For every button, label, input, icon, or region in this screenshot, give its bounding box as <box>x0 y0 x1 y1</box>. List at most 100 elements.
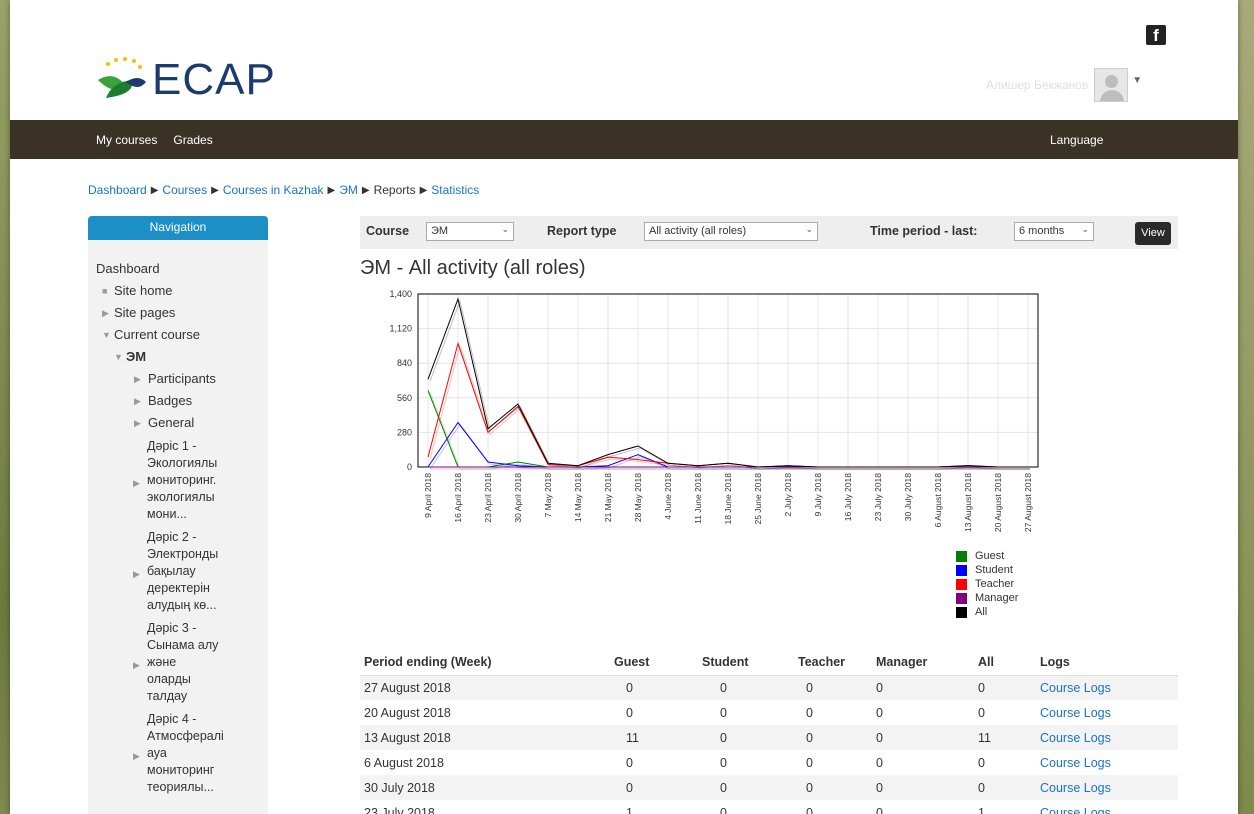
nav-lesson-label: Дәріс 4 - <box>147 712 197 726</box>
breadcrumb-item[interactable]: Courses in Kazhak <box>223 183 324 197</box>
y-tick-label: 0 <box>407 462 412 472</box>
x-tick-label: 13 August 2018 <box>963 473 973 532</box>
nav-site-pages[interactable]: Site pages <box>114 305 175 320</box>
chevron-down-icon[interactable]: ▼ <box>114 346 123 368</box>
chevron-right-icon[interactable]: ▶ <box>133 566 140 583</box>
table-cell: 0 <box>610 775 698 800</box>
report-type-value: All activity (all roles) <box>649 225 747 237</box>
chevron-down-icon: ⌄ <box>1081 224 1089 234</box>
chevron-right-icon[interactable]: ▶ <box>134 368 141 390</box>
legend-item: Manager <box>956 591 1018 605</box>
x-tick-label: 28 May 2018 <box>633 473 643 522</box>
course-logs-link[interactable]: Course Logs <box>1040 706 1111 720</box>
user-name: Алишер Бекжанов <box>986 78 1089 92</box>
table-cell: 23 July 2018 <box>364 805 435 814</box>
nav-current-course[interactable]: Current course <box>114 327 200 342</box>
table-cell: 0 <box>872 675 974 700</box>
navigation-title: Navigation <box>88 216 268 240</box>
nav-lesson-item[interactable]: ▶ Дәріс 3 - Сынама алу және оларды талдау <box>96 620 268 705</box>
report-title: ЭМ - All activity (all roles) <box>360 257 586 279</box>
table-cell: 0 <box>610 675 698 700</box>
site-logo[interactable]: ECAP <box>92 52 276 108</box>
navigation-tree: Dashboard ■ Site home ▶ Site pages ▼ Cur… <box>88 240 268 796</box>
course-logs-link[interactable]: Course Logs <box>1040 781 1111 795</box>
nav-lesson-item[interactable]: ▶ Дәріс 2 - Электронды бақылау деректерін алу… <box>96 529 268 614</box>
table-header-cell: Logs <box>1036 650 1178 676</box>
chevron-right-icon[interactable]: ▶ <box>133 748 140 765</box>
table-cell: 0 <box>698 725 794 750</box>
nav-lesson-label: Электронды <box>147 547 219 561</box>
breadcrumb-separator-icon: ▶ <box>327 184 336 196</box>
legend-label: Manager <box>975 592 1019 604</box>
course-logs-link[interactable]: Course Logs <box>1040 731 1111 745</box>
header: ECAP f Алишер Бекжанов ▼ <box>10 0 1238 120</box>
table-cell: 20 August 2018 <box>364 705 451 720</box>
legend-swatch <box>956 564 967 576</box>
nav-my-courses[interactable]: My courses <box>96 133 157 147</box>
x-tick-label: 23 April 2018 <box>483 473 493 523</box>
nav-lesson-label: ауа <box>147 746 167 760</box>
nav-lesson-label: Атмосфералі <box>147 729 224 743</box>
series-line-shadow <box>429 392 1030 470</box>
nav-grades[interactable]: Grades <box>173 133 212 147</box>
table-cell: 0 <box>978 705 985 720</box>
legend-swatch <box>956 606 967 618</box>
avatar[interactable] <box>1094 68 1129 102</box>
nav-badges[interactable]: Badges <box>148 393 192 408</box>
table-cell: 0 <box>698 675 794 700</box>
nav-participants[interactable]: Participants <box>148 371 216 386</box>
table-cell: Course Logs <box>1036 775 1178 800</box>
y-tick-label: 1,400 <box>389 289 412 299</box>
facebook-icon[interactable]: f <box>1146 25 1166 45</box>
legend-label: Teacher <box>975 578 1015 590</box>
breadcrumb-item[interactable]: Courses <box>162 183 207 197</box>
table-cell: 0 <box>626 755 633 770</box>
table-header-row: Period ending (Week) Guest Student Teacher M… <box>360 650 1178 676</box>
chevron-down-icon: ⌄ <box>805 224 813 234</box>
breadcrumb-item[interactable]: Statistics <box>431 183 479 197</box>
time-period-select[interactable]: 6 months ⌄ <box>1014 222 1094 241</box>
nav-lesson-item[interactable]: ▶ Дәріс 4 - Атмосфералі ауа мониторинг теория… <box>96 711 268 796</box>
course-logs-link[interactable]: Course Logs <box>1040 756 1111 770</box>
legend-swatch <box>956 578 967 590</box>
course-select-value: ЭМ <box>431 225 449 237</box>
table-cell: 0 <box>626 705 633 720</box>
chevron-right-icon[interactable]: ▶ <box>102 302 109 324</box>
chevron-right-icon[interactable]: ▶ <box>133 475 140 492</box>
chevron-right-icon[interactable]: ▶ <box>134 390 141 412</box>
view-button[interactable]: View <box>1135 222 1171 245</box>
nav-course-em[interactable]: ЭМ <box>126 349 146 364</box>
table-cell: 0 <box>720 805 727 814</box>
x-tick-label: 7 May 2018 <box>543 473 553 518</box>
breadcrumb-item[interactable]: ЭМ <box>339 183 358 197</box>
table-cell: 0 <box>720 755 727 770</box>
table-cell: Course Logs <box>1036 675 1178 700</box>
course-select[interactable]: ЭМ ⌄ <box>426 222 514 241</box>
nav-site-home[interactable]: Site home <box>114 283 173 298</box>
chevron-right-icon[interactable]: ▶ <box>133 657 140 674</box>
x-tick-label: 4 June 2018 <box>663 473 673 520</box>
nav-dashboard[interactable]: Dashboard <box>96 258 268 280</box>
nav-lesson-label: алудың кө... <box>147 598 217 612</box>
x-tick-label: 21 May 2018 <box>603 473 613 522</box>
course-label: Course <box>366 224 410 238</box>
nav-lesson-item[interactable]: ▶ Дәріс 1 - Экологиялы мониторинг. экологиял… <box>96 438 268 523</box>
breadcrumb-separator-icon: ▶ <box>419 184 428 196</box>
table-cell: 1 <box>978 805 985 814</box>
chevron-down-icon[interactable]: ▼ <box>1132 75 1142 86</box>
top-navbar: My courses Grades Language <box>10 120 1238 159</box>
chevron-down-icon[interactable]: ▼ <box>102 324 111 346</box>
nav-general[interactable]: General <box>148 415 194 430</box>
nav-lesson-label: Экологиялы <box>147 456 218 470</box>
breadcrumb-item[interactable]: Dashboard <box>88 183 147 197</box>
report-type-select[interactable]: All activity (all roles) ⌄ <box>644 222 818 241</box>
x-tick-label: 25 June 2018 <box>753 473 763 525</box>
language-menu[interactable]: Language <box>1050 133 1103 147</box>
chevron-right-icon[interactable]: ▶ <box>134 412 141 434</box>
user-menu[interactable]: Алишер Бекжанов ▼ <box>986 68 1142 102</box>
course-logs-link[interactable]: Course Logs <box>1040 806 1111 814</box>
table-row: 6 August 2018 0 0 0 0 0 Course Logs <box>360 750 1178 775</box>
site-logo-text: ECAP <box>152 55 276 104</box>
table-cell: 0 <box>794 725 872 750</box>
course-logs-link[interactable]: Course Logs <box>1040 681 1111 695</box>
